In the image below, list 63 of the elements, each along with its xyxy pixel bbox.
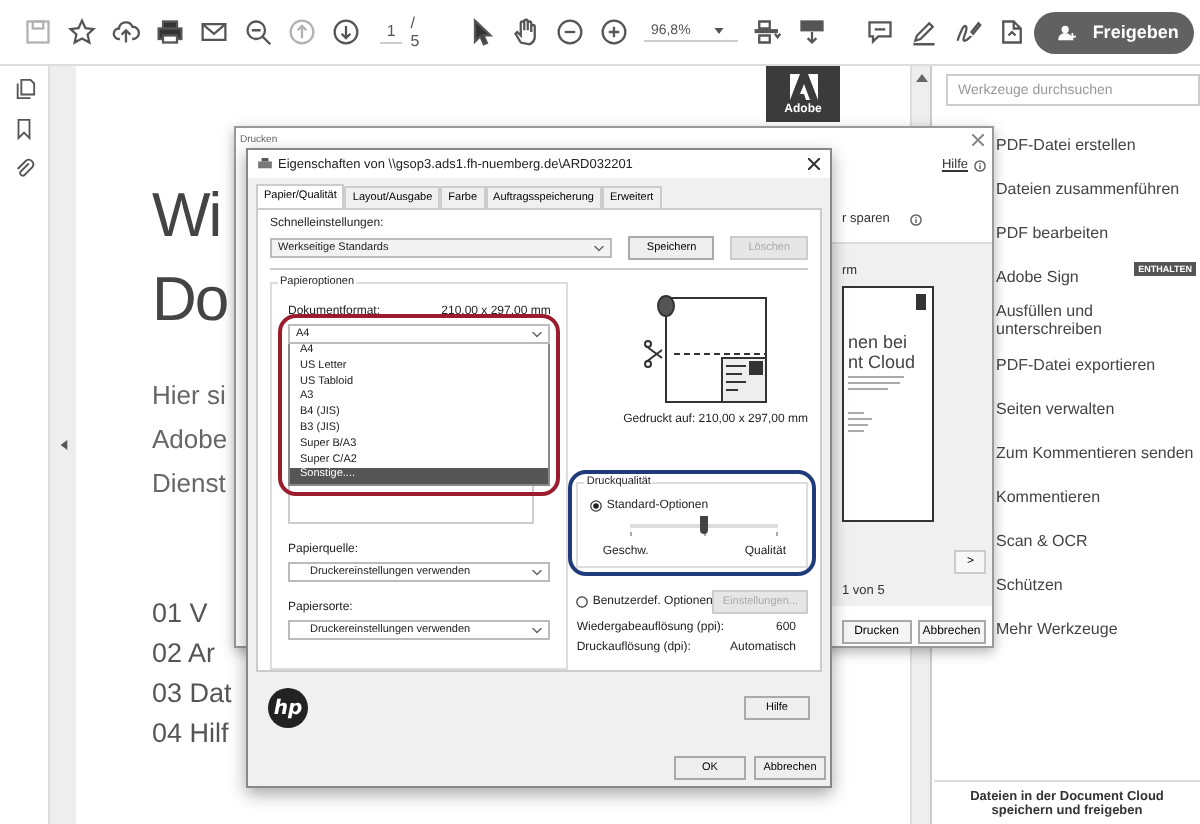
info-icon[interactable] (974, 159, 986, 171)
info-icon[interactable] (909, 213, 922, 225)
page-total: / 5 (410, 14, 422, 50)
cloud-upload-icon[interactable] (112, 18, 140, 46)
hand-icon[interactable] (512, 18, 541, 46)
slider-thumb[interactable] (700, 516, 709, 534)
radio-button[interactable] (576, 596, 589, 608)
chevron-down-icon (532, 569, 543, 576)
tool-item[interactable]: Zum Kommentieren senden (996, 430, 1200, 474)
chevron-down-icon (532, 627, 543, 634)
printer-icon (258, 158, 272, 170)
scroll-up-icon[interactable] (915, 74, 927, 82)
page-fit-icon[interactable] (754, 18, 783, 46)
heading-text: Do (152, 262, 228, 338)
document-share-icon[interactable] (998, 18, 1027, 46)
share-button[interactable]: Freigeben (1034, 11, 1195, 53)
preview-heading: nt Cloud (848, 352, 918, 372)
scroll-mode-icon[interactable] (798, 18, 827, 46)
collapse-arrow-icon[interactable] (59, 440, 67, 450)
tool-item[interactable]: Adobe Sign (996, 267, 1079, 285)
intro-text: Dienst (152, 466, 226, 502)
intro-text: Hier si (152, 378, 226, 414)
tool-item[interactable]: Kommentieren (996, 474, 1200, 518)
pointer-icon[interactable] (468, 18, 497, 46)
contents-entry: 04 Hilf (152, 716, 229, 752)
mail-icon[interactable] (200, 18, 228, 46)
tool-item[interactable]: Seiten verwalten (996, 386, 1200, 430)
tool-item[interactable]: PDF-Datei exportieren (996, 342, 1200, 386)
tool-item[interactable]: PDF bearbeiten (996, 210, 1200, 254)
plus-circle-icon[interactable] (600, 18, 629, 46)
page-number-field[interactable]: 1 (380, 20, 403, 44)
minus-circle-icon[interactable] (556, 18, 585, 46)
signature-icon[interactable] (954, 18, 983, 46)
paperclip-icon[interactable] (13, 158, 35, 180)
tool-item[interactable]: Scan & OCR (996, 518, 1200, 562)
logo-block (916, 294, 926, 310)
tool-item[interactable]: PDF-Datei erstellen (996, 122, 1200, 166)
heading-text: Wi (152, 178, 221, 254)
preview-heading: nen bei (848, 332, 910, 352)
star-icon[interactable] (68, 18, 96, 46)
comment-icon[interactable] (866, 18, 895, 46)
contents-entry: 01 V (152, 596, 208, 632)
tool-item[interactable]: Dateien zusammenführen (996, 166, 1200, 210)
intro-text: Adobe (152, 422, 228, 458)
zoom-out-icon[interactable] (244, 18, 272, 46)
contents-entry: 02 Ar (152, 636, 216, 672)
tool-item[interactable]: Ausfüllen und unterschreiben (996, 298, 1200, 342)
adobe-mark-icon (789, 74, 817, 100)
arrow-down-circle-icon[interactable] (332, 18, 360, 46)
caret-icon (714, 28, 725, 34)
hp-logo: hp (268, 688, 308, 728)
printer-icon[interactable] (156, 18, 184, 46)
chevron-down-icon (594, 245, 605, 251)
contents-entry: 03 Dat (152, 676, 232, 712)
tool-item[interactable]: Mehr Werkzeuge (996, 606, 1200, 650)
person-plus-icon (1058, 23, 1077, 41)
pen-icon[interactable] (910, 18, 939, 46)
bookmark-icon[interactable] (14, 118, 34, 140)
chevron-down-icon (532, 331, 543, 337)
radio-button[interactable] (590, 500, 603, 512)
close-icon[interactable] (808, 158, 820, 170)
pages-icon[interactable] (13, 78, 35, 100)
tool-item[interactable]: Schützen (996, 562, 1200, 606)
